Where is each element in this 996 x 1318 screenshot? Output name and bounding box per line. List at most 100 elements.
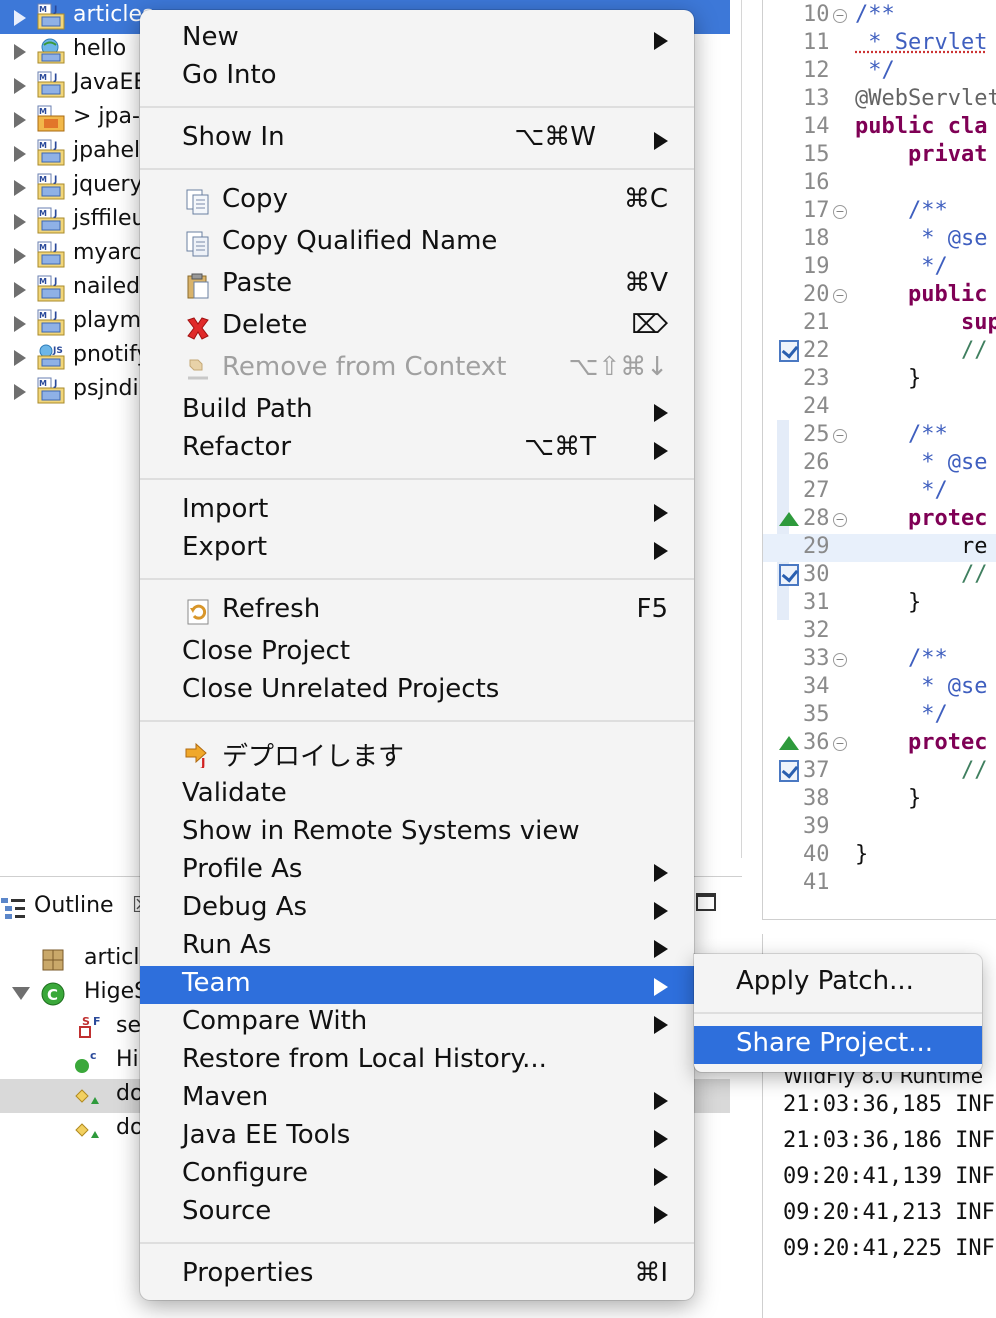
fold-toggle-icon[interactable]: − (833, 289, 847, 303)
expand-arrow-icon[interactable] (14, 316, 26, 332)
submenu-arrow-icon (654, 404, 668, 422)
menu-item-delete[interactable]: Delete ⌦ (140, 308, 694, 346)
paste-icon (184, 272, 212, 300)
code-line: 13 @WebServlet (763, 86, 996, 114)
svg-text:M: M (39, 209, 47, 218)
menu-item-close-unrelated-projects[interactable]: Close Unrelated Projects (140, 672, 694, 710)
code-line: 24 (763, 394, 996, 422)
expand-arrow-icon[interactable] (14, 248, 26, 264)
menu-item-label: Validate (182, 778, 287, 808)
console-line: 09:20:41,225 INF (783, 1236, 995, 1261)
code-editor[interactable]: 10−/** 11 * Servlet 12 */13 @WebServlet 14 pu… (762, 0, 996, 920)
menu-item-import[interactable]: Import (140, 492, 694, 530)
code-line: 27 */ (763, 478, 996, 506)
copy-icon (184, 188, 212, 216)
menu-item-go-into[interactable]: Go Into (140, 58, 694, 96)
menu-item-maven[interactable]: Maven (140, 1080, 694, 1118)
svg-text:J: J (53, 209, 57, 219)
line-number: 40 (803, 842, 830, 867)
code-line: 10−/** (763, 2, 996, 30)
svg-text:J: J (53, 5, 57, 15)
menu-item-label: Delete (222, 310, 308, 340)
menu-item-close-project[interactable]: Close Project (140, 634, 694, 672)
expand-arrow-icon[interactable] (14, 384, 26, 400)
expand-arrow-icon[interactable] (14, 112, 26, 128)
menu-item-deploy[interactable]: J デプロイします (140, 734, 694, 772)
code-text: * @se (855, 226, 988, 251)
fold-toggle-icon[interactable]: − (833, 429, 847, 443)
expand-arrow-icon[interactable] (14, 180, 26, 196)
menu-item-label: Copy Qualified Name (222, 226, 498, 256)
menu-item-copy[interactable]: Copy ⌘C (140, 182, 694, 220)
fold-toggle-icon[interactable]: − (833, 9, 847, 23)
task-marker-icon[interactable] (779, 760, 799, 782)
menu-item-java-ee-tools[interactable]: Java EE Tools (140, 1118, 694, 1156)
protected-method-icon (74, 1117, 100, 1149)
submenu-arrow-icon (654, 1016, 668, 1034)
menu-item-share-project[interactable]: Share Project... (694, 1026, 982, 1064)
code-text: @WebServlet (855, 86, 996, 111)
menu-item-label: Maven (182, 1082, 269, 1112)
submenu-arrow-icon (654, 1092, 668, 1110)
maven-web-project-icon: MJ (36, 274, 68, 304)
collapse-arrow-icon[interactable] (12, 987, 30, 1000)
code-text: privat (855, 142, 988, 167)
line-number: 33 (803, 646, 830, 671)
code-line: 21 sup (763, 310, 996, 338)
deploy-icon: J (184, 740, 212, 770)
expand-arrow-icon[interactable] (14, 282, 26, 298)
menu-item-debug-as[interactable]: Debug As (140, 890, 694, 928)
expand-arrow-icon[interactable] (14, 350, 26, 366)
code-line: 11 * Servlet (763, 30, 996, 58)
submenu-arrow-icon (654, 1168, 668, 1186)
task-marker-icon[interactable] (779, 564, 799, 586)
menu-item-source[interactable]: Source (140, 1194, 694, 1232)
fold-toggle-icon[interactable]: − (833, 205, 847, 219)
svg-text:S: S (82, 1015, 90, 1028)
maximize-icon[interactable] (696, 893, 716, 911)
menu-separator (140, 720, 694, 722)
expand-arrow-icon[interactable] (14, 10, 26, 26)
code-line: 19 */ (763, 254, 996, 282)
js-project-icon: JS (36, 342, 68, 372)
menu-item-refactor[interactable]: Refactor ⌥⌘T (140, 430, 694, 468)
expand-arrow-icon[interactable] (14, 78, 26, 94)
menu-item-build-path[interactable]: Build Path (140, 392, 694, 430)
menu-item-new[interactable]: New (140, 20, 694, 58)
code-text: // (855, 338, 988, 363)
menu-item-show-in-remote-systems-view[interactable]: Show in Remote Systems view (140, 814, 694, 852)
menu-item-compare-with[interactable]: Compare With (140, 1004, 694, 1042)
outline-icon (1, 898, 25, 919)
submenu-arrow-icon (654, 940, 668, 958)
menu-item-profile-as[interactable]: Profile As (140, 852, 694, 890)
override-marker-icon[interactable] (779, 736, 799, 750)
menu-item-run-as[interactable]: Run As (140, 928, 694, 966)
menu-item-apply-patch[interactable]: Apply Patch... (694, 964, 982, 1002)
menu-item-refresh[interactable]: Refresh F5 (140, 592, 694, 630)
menu-item-properties[interactable]: Properties ⌘I (140, 1256, 694, 1294)
code-text: */ (855, 58, 895, 83)
fold-toggle-icon[interactable]: − (833, 737, 847, 751)
svg-text:M: M (39, 379, 47, 388)
override-marker-icon[interactable] (779, 512, 799, 526)
menu-item-configure[interactable]: Configure (140, 1156, 694, 1194)
menu-item-team[interactable]: Team (140, 966, 694, 1004)
line-number: 20 (803, 282, 830, 307)
menu-item-label: Close Unrelated Projects (182, 674, 500, 704)
menu-item-restore-from-local-history[interactable]: Restore from Local History... (140, 1042, 694, 1080)
menu-item-label: Share Project... (736, 1028, 934, 1058)
svg-text:M: M (39, 277, 47, 286)
menu-item-paste[interactable]: Paste ⌘V (140, 266, 694, 304)
code-text: protec (855, 506, 988, 531)
menu-item-validate[interactable]: Validate (140, 776, 694, 814)
task-marker-icon[interactable] (779, 340, 799, 362)
menu-item-export[interactable]: Export (140, 530, 694, 568)
expand-arrow-icon[interactable] (14, 44, 26, 60)
code-line: 26 * @se (763, 450, 996, 478)
fold-toggle-icon[interactable]: − (833, 653, 847, 667)
menu-item-show-in[interactable]: Show In ⌥⌘W (140, 120, 694, 158)
expand-arrow-icon[interactable] (14, 146, 26, 162)
expand-arrow-icon[interactable] (14, 214, 26, 230)
fold-toggle-icon[interactable]: − (833, 513, 847, 527)
menu-item-copy-qualified-name[interactable]: Copy Qualified Name (140, 224, 694, 262)
